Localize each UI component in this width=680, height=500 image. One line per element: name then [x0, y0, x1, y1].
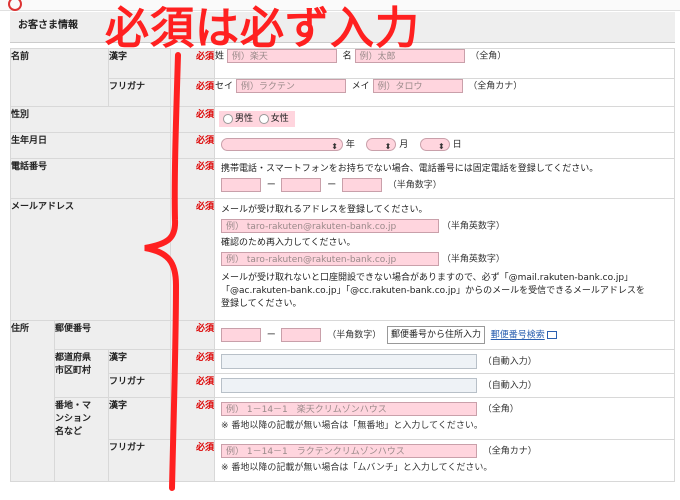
gender-radio-group: 男性 女性	[219, 111, 295, 127]
male-radio[interactable]	[223, 113, 233, 124]
required-badge: 必須	[170, 397, 215, 440]
name-kana-inputs: セイ 例）ラクテン メイ 例）タロウ （全角カナ）	[214, 78, 675, 107]
kana-sei-prefix: セイ	[215, 81, 234, 92]
phone-label-cell: 電話番号	[10, 158, 171, 199]
pref-city-label: 都道府県 市区町村	[54, 349, 109, 398]
female-label: 女性	[270, 114, 289, 124]
postal-dash: ー	[266, 330, 276, 341]
birthday-selects: ⬍ 年 ⬍ 月 ⬍ 日	[214, 132, 675, 159]
required-annotation-text: 必須は必ず入力	[105, 3, 420, 54]
pref-kanji-label: 漢字	[108, 349, 171, 374]
updown-arrows-icon: ⬍	[384, 142, 392, 151]
updown-arrows-icon: ⬍	[331, 142, 338, 151]
postal-label: 郵便番号	[54, 320, 171, 350]
phone-input-1[interactable]	[221, 178, 261, 192]
phone-dash-1: ー	[266, 180, 276, 191]
email-help: メールが受け取れるアドレスを登録してください。	[221, 205, 428, 215]
required-badge: 必須	[170, 320, 215, 350]
pref-kana-input	[221, 378, 477, 393]
block-kana-field: 例） 1－14－1 ラクテンクリムゾンハウス （全角カナ） ※ 番地以降の記載が…	[214, 439, 675, 482]
month-select[interactable]: ⬍	[366, 138, 397, 151]
updown-arrows-icon: ⬍	[437, 142, 445, 151]
required-badge: 必須	[170, 439, 215, 482]
required-badge: 必須	[170, 78, 215, 107]
block-kana-hint: ※ 番地以降の記載が無い場合は「ムバンチ」と入力してください。	[221, 462, 493, 473]
postal-input-1[interactable]	[221, 328, 261, 342]
day-select[interactable]: ⬍	[419, 138, 450, 151]
postal-search-link[interactable]: 郵便番号検索	[491, 331, 545, 341]
kana-mei-input[interactable]: 例）タロウ	[372, 79, 463, 93]
phone-input-3[interactable]	[341, 178, 382, 192]
required-badge: 必須	[170, 349, 215, 374]
required-badge: 必須	[170, 132, 215, 159]
email-confirm-help: 確認のため再入力してください。	[221, 237, 356, 248]
section-title: お客さま情報	[18, 20, 78, 31]
pref-kana-auto-note: （自動入力）	[482, 381, 537, 391]
email-warning-1: メールが受け取れないと口座開設できない場合がありますので、必ず「@mail.ra…	[221, 273, 634, 283]
birthday-label-cell: 生年月日	[10, 132, 171, 159]
block-label: 番地・マ ンション 名など	[54, 397, 109, 482]
address-label-cell: 住所	[10, 320, 55, 482]
kana-note: （全角カナ）	[468, 81, 523, 92]
customer-form: 名前 漢字 必須 姓 例）楽天 名 例）太郎 （全角） フリガナ 必須 セイ 例…	[10, 48, 675, 482]
block-kanji-note: （全角）	[482, 404, 519, 415]
year-label: 年	[345, 140, 355, 150]
kanji-note: （全角）	[470, 51, 507, 62]
gender-label-cell: 性別	[10, 106, 171, 133]
phone-inputs: 携帯電話・スマートフォンをお持ちでない場合、電話番号には固定電話を登録してくださ…	[214, 158, 675, 199]
pref-kanji-auto-note: （自動入力）	[482, 357, 537, 367]
email-label-cell: メールアドレス	[10, 198, 171, 321]
block-kanji-field: 例） 1－14－1 楽天クリムゾンハウス （全角） ※ 番地以降の記載が無い場合…	[214, 397, 675, 440]
kana-mei-prefix: メイ	[351, 81, 370, 92]
block-kana-input[interactable]: 例） 1－14－1 ラクテンクリムゾンハウス	[221, 444, 477, 458]
block-kanji-input[interactable]: 例） 1－14－1 楽天クリムゾンハウス	[221, 402, 477, 416]
female-radio[interactable]	[258, 113, 269, 124]
pref-kana-label: フリガナ	[108, 373, 171, 398]
gender-options: 男性 女性	[214, 106, 675, 133]
block-kana-label: フリガナ	[108, 439, 171, 482]
email-inputs: メールが受け取れるアドレスを登録してください。 例） taro-rakuten@…	[214, 198, 675, 321]
phone-note: （半角数字）	[387, 180, 442, 191]
email-note: （半角英数字）	[441, 221, 505, 232]
pref-kana-field: （自動入力）	[214, 373, 675, 398]
phone-dash-2: ー	[327, 180, 337, 191]
required-badge: 必須	[170, 106, 215, 133]
name-kana-label: フリガナ	[108, 78, 171, 107]
pref-kanji-field: （自動入力）	[214, 349, 675, 374]
block-kana-note: （全角カナ）	[482, 446, 537, 457]
block-kanji-label: 漢字	[108, 397, 171, 440]
email-warning-3: 登録してください。	[221, 299, 302, 309]
day-label: 日	[452, 140, 462, 150]
external-link-icon	[546, 331, 557, 339]
required-badge: 必須	[170, 198, 215, 321]
block-kanji-hint: ※ 番地以降の記載が無い場合は「無番地」と入力してください。	[221, 420, 483, 431]
postal-lookup-button[interactable]: 郵便番号から住所入力	[386, 326, 485, 344]
kana-sei-input[interactable]: 例）ラクテン	[235, 79, 346, 93]
postal-note: （半角数字）	[327, 330, 382, 341]
postal-inputs: ー （半角数字） 郵便番号から住所入力 郵便番号検索	[214, 320, 675, 350]
email-warning-2: 「@ac.rakuten-bank.co.jp」「@cc.rakuten-ban…	[221, 286, 645, 296]
phone-input-2[interactable]	[281, 178, 322, 192]
male-label: 男性	[235, 114, 254, 124]
email-confirm-input[interactable]: 例） taro-rakuten@rakuten-bank.co.jp	[221, 251, 439, 266]
required-badge: 必須	[170, 158, 215, 199]
name-label: 名前	[11, 52, 30, 62]
month-label: 月	[399, 140, 409, 150]
pref-kanji-input	[221, 354, 477, 369]
year-select[interactable]: ⬍	[221, 138, 343, 151]
alert-circle-icon	[8, 0, 22, 11]
email-confirm-note: （半角英数字）	[441, 254, 505, 264]
required-badge: 必須	[170, 373, 215, 398]
name-label-cell: 名前	[10, 48, 109, 107]
email-input[interactable]: 例） taro-rakuten@rakuten-bank.co.jp	[221, 219, 439, 233]
phone-help: 携帯電話・スマートフォンをお持ちでない場合、電話番号には固定電話を登録してくださ…	[221, 164, 599, 174]
postal-input-2[interactable]	[281, 328, 322, 342]
